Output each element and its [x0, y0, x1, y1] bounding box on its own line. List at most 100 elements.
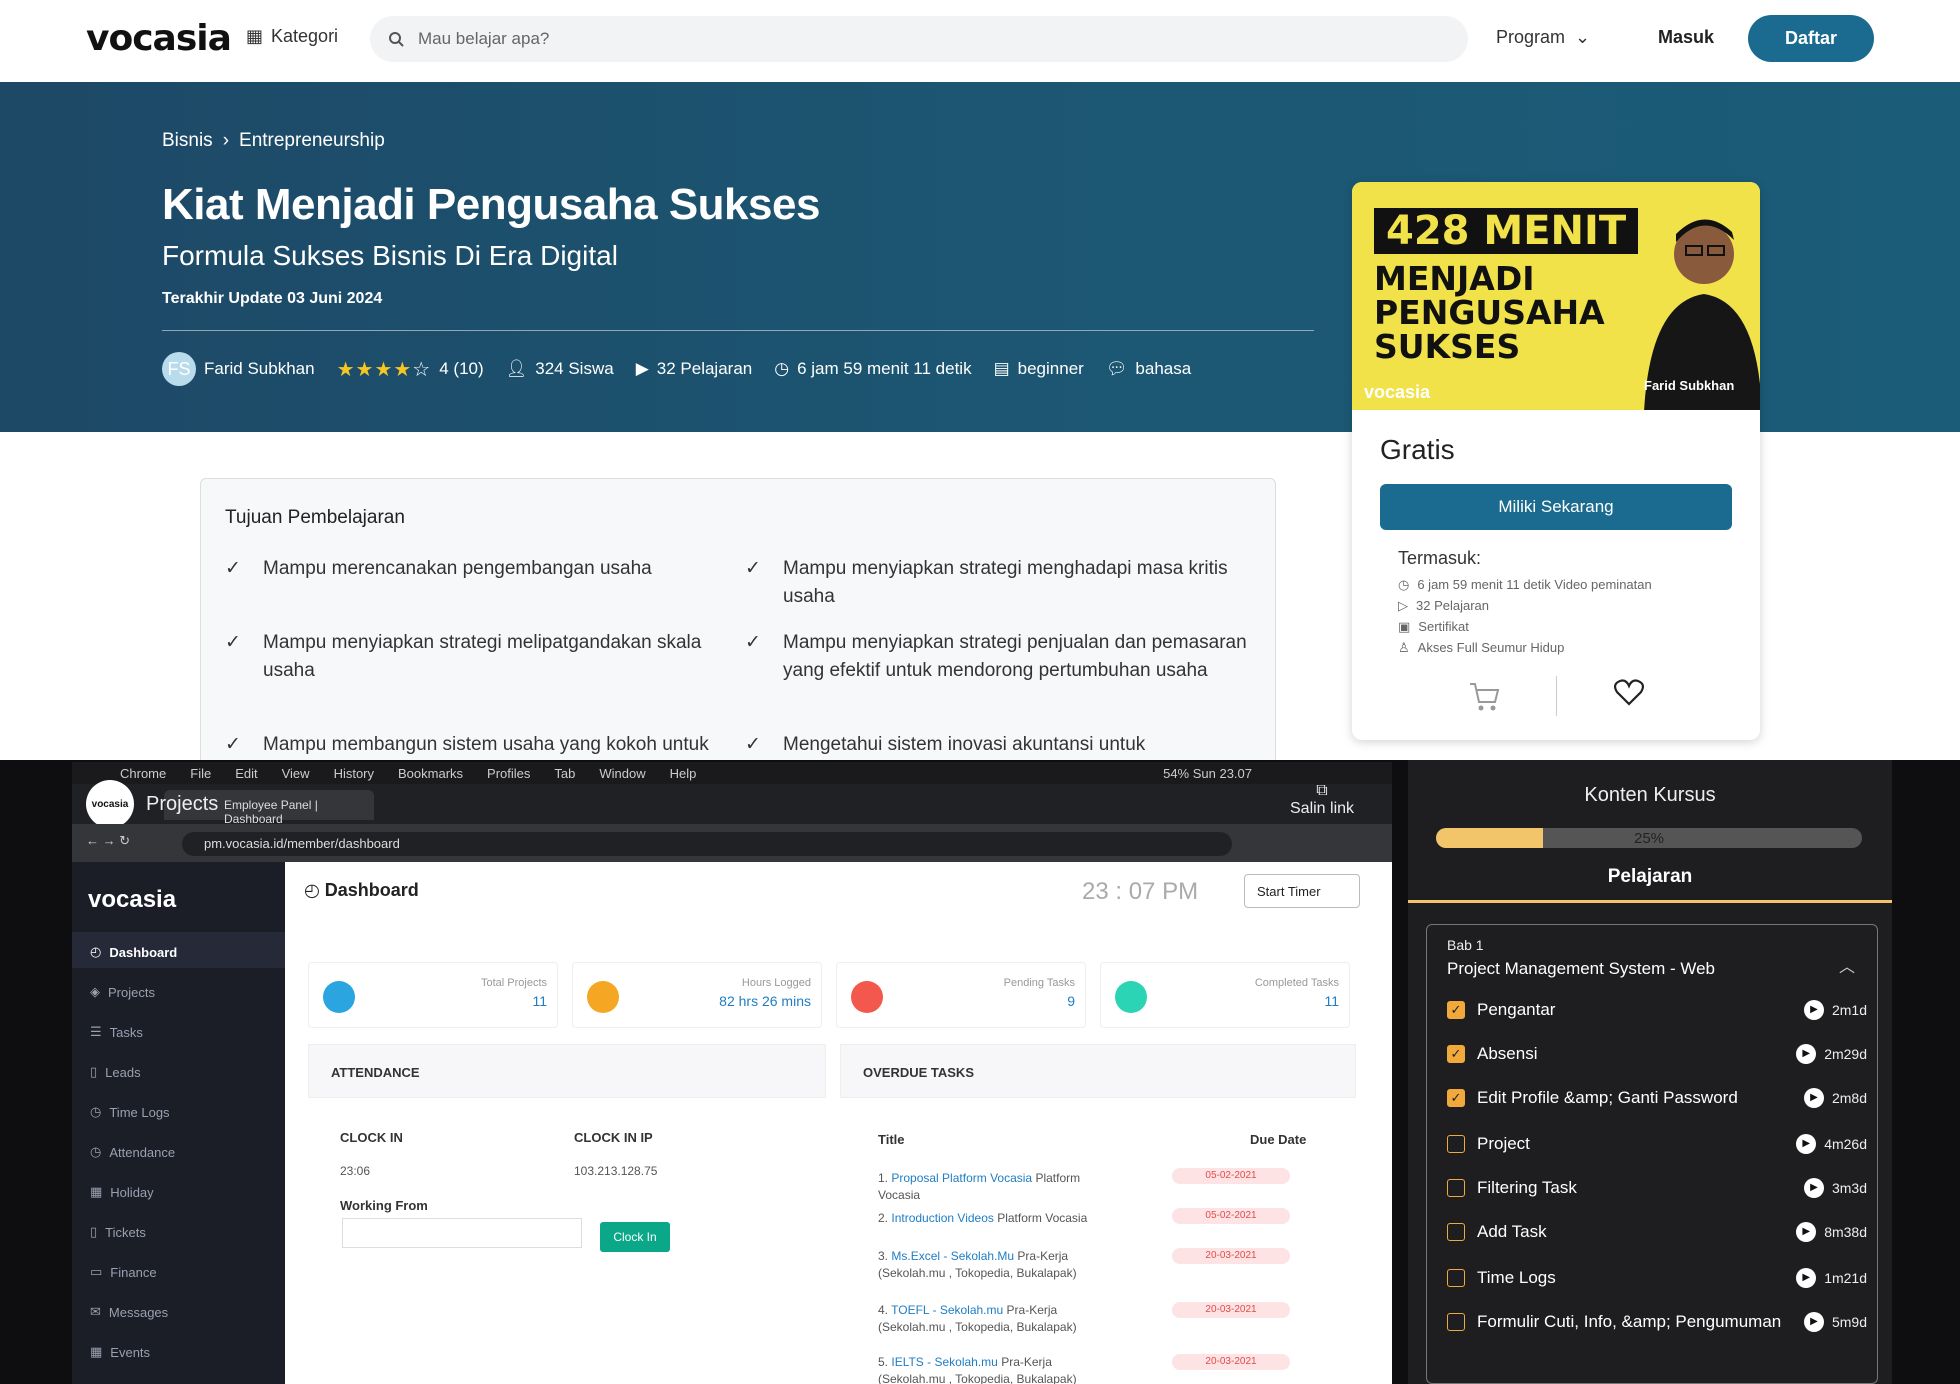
lesson-item[interactable]: Filtering Task ▶ 3m3d — [1447, 1175, 1867, 1200]
url-field: pm.vocasia.id/member/dashboard — [182, 832, 1232, 856]
program-dropdown[interactable]: Program ⌄ — [1496, 27, 1590, 48]
chevron-right-icon: › — [222, 130, 230, 151]
menu-item: Profiles — [487, 765, 531, 781]
lesson-checkbox[interactable]: ✓ — [1447, 1088, 1465, 1107]
avatar: FS — [162, 352, 196, 386]
chapter-section: Bab 1 Project Management System - Web ︿ … — [1426, 924, 1878, 1384]
lesson-duration: ▶ 3m3d — [1803, 1177, 1867, 1198]
clock-icon: ◷ — [90, 1104, 102, 1119]
video-overlay-title: vocasia Projects — [86, 780, 218, 828]
star-rating-icon: ★★★★☆ — [336, 358, 432, 381]
heart-icon[interactable] — [1614, 678, 1644, 706]
lesson-checkbox[interactable]: ✓ — [1447, 1000, 1465, 1019]
lesson-checkbox[interactable]: ✓ — [1447, 1044, 1465, 1063]
include-item: ▷ 32 Pelajaran — [1398, 595, 1652, 616]
lesson-name: Edit Profile &amp; Ganti Password — [1477, 1088, 1738, 1107]
lesson-checkbox[interactable] — [1447, 1222, 1465, 1241]
menu-item: Window — [599, 765, 646, 781]
course-meta: FS Farid Subkhan ★★★★☆ 4 (10) 👤︎ 324 Sisw… — [162, 352, 1191, 386]
lesson-item[interactable]: Formulir Cuti, Info, &amp; Pengumuman ▶ 5m… — [1447, 1309, 1867, 1334]
menu-item: History — [333, 765, 375, 781]
thumb-logo: vocasia — [1364, 382, 1431, 402]
check-icon: ✓ — [225, 632, 241, 653]
chevron-up-icon[interactable]: ︿ — [1839, 953, 1855, 977]
duration-value: 6 jam 59 menit 11 detik — [797, 359, 972, 378]
chapter-label: Bab 1 — [1447, 937, 1484, 953]
author[interactable]: FS Farid Subkhan — [162, 352, 315, 386]
thumb-title-line: SUKSES — [1374, 327, 1521, 366]
objective-item: ✓ Mengetahui sistem inovasi akuntansi unt… — [745, 731, 1255, 759]
due-badge: 20-03-2021 — [1172, 1302, 1290, 1318]
task-row: 2. Introduction Videos Platform Vocasia — [878, 1211, 1088, 1225]
clock-in-label: CLOCK IN — [340, 1130, 403, 1145]
play-circle-icon: ▷ — [1398, 598, 1408, 613]
lesson-item[interactable]: Time Logs ▶ 1m21d — [1447, 1265, 1867, 1290]
students-count: 324 Siswa — [535, 359, 614, 378]
lesson-duration: ▶ 8m38d — [1796, 1221, 1867, 1242]
objectives-title: Tujuan Pembelajaran — [225, 507, 405, 528]
back-forward-icon: ← → ↻ — [86, 833, 131, 848]
lesson-item[interactable]: Project ▶ 4m26d — [1447, 1131, 1867, 1156]
play-icon: ▶ — [1796, 1133, 1817, 1154]
play-icon: ▶ — [1803, 1087, 1824, 1108]
course-content-panel: Konten Kursus 25% Pelajaran Bab 1 Projec… — [1408, 760, 1892, 1384]
sidebar-item-messages: ✉ Messages — [90, 1304, 169, 1320]
breadcrumb-bisnis[interactable]: Bisnis — [162, 130, 213, 152]
tab-pelajaran[interactable]: Pelajaran — [1408, 866, 1892, 888]
copy-icon: ⧉ — [1316, 782, 1328, 799]
chat-bubble-icon: 💬︎ — [1105, 359, 1128, 378]
lesson-checkbox[interactable] — [1447, 1312, 1465, 1331]
stat-icon — [851, 981, 883, 1013]
search-input[interactable]: Mau belajar apa? — [418, 29, 549, 49]
lesson-item[interactable]: Add Task ▶ 8m38d — [1447, 1219, 1867, 1244]
copy-link-button[interactable]: ⧉ Salin link — [1290, 782, 1354, 818]
task-row: 3. Ms.Excel - Sekolah.Mu Pra-Kerja (Seko… — [878, 1249, 1077, 1280]
check-icon: ✓ — [745, 632, 761, 653]
stat-icon — [587, 981, 619, 1013]
mail-icon: ✉ — [90, 1304, 101, 1319]
lesson-item[interactable]: ✓ Pengantar ▶ 2m1d — [1447, 997, 1867, 1022]
lesson-checkbox[interactable] — [1447, 1268, 1465, 1287]
level-icon: ▤ — [993, 359, 1010, 378]
login-link[interactable]: Masuk — [1658, 27, 1714, 48]
lesson-checkbox[interactable] — [1447, 1134, 1465, 1153]
author-name: Farid Subkhan — [204, 359, 315, 378]
lesson-duration: ▶ 2m1d — [1803, 999, 1867, 1020]
menubar-status: 54% Sun 23.07 — [1163, 765, 1252, 781]
sidebar-item-holiday: ▦ Holiday — [90, 1184, 154, 1200]
task-row: 1. Proposal Platform Vocasia Platform Vo… — [878, 1171, 1081, 1202]
calendar-icon: ▦ — [90, 1344, 103, 1359]
dashboard-icon: ◴ — [90, 944, 102, 959]
price: Gratis — [1380, 434, 1455, 465]
dashboard-sidebar: vocasia ◴ Dashboard ◈ Projects ☰ Tasks ▯ Lea… — [72, 862, 285, 1384]
cart-icon[interactable] — [1464, 678, 1504, 714]
objective-item: ✓ Mampu menyiapkan strategi menghadapi ma… — [745, 555, 1255, 611]
lesson-item[interactable]: ✓ Edit Profile &amp; Ganti Password ▶ 2m8d — [1447, 1085, 1867, 1110]
learning-objectives: Tujuan Pembelajaran ✓ Mampu merencanakan … — [200, 478, 1276, 768]
lesson-name: Absensi — [1477, 1044, 1538, 1063]
register-button[interactable]: Daftar — [1748, 15, 1874, 62]
chapter-name: Project Management System - Web — [1447, 959, 1716, 978]
sidebar-item-timelogs: ◷ Time Logs — [90, 1104, 170, 1120]
rating: ★★★★☆ 4 (10) — [337, 357, 484, 382]
check-icon: ✓ — [225, 734, 241, 755]
sidebar-item-dashboard: ◴ Dashboard — [90, 944, 178, 960]
due-badge: 20-03-2021 — [1172, 1248, 1290, 1264]
lesson-checkbox[interactable] — [1447, 1178, 1465, 1197]
lessons-count: 32 Pelajaran — [656, 359, 753, 378]
vocasia-logo[interactable]: vocasia — [86, 18, 232, 59]
level: ▤ beginner — [994, 359, 1084, 379]
course-title: Kiat Menjadi Pengusaha Sukses — [162, 180, 820, 229]
kategori-button[interactable]: ▦ Kategori — [246, 26, 338, 47]
breadcrumb-entrepreneurship[interactable]: Entrepreneurship — [239, 130, 385, 152]
lesson-item[interactable]: ✓ Absensi ▶ 2m29d — [1447, 1041, 1867, 1066]
play-icon: ▶ — [1796, 1267, 1817, 1288]
lesson-name: Filtering Task — [1477, 1178, 1577, 1197]
stat-card: Hours Logged 82 hrs 26 mins — [572, 962, 822, 1028]
course-thumbnail[interactable]: 428 MENIT MENJADI PENGUSAHA SUKSES vocas… — [1352, 182, 1760, 410]
grid-icon: ▦ — [246, 26, 264, 46]
lesson-name: Project — [1477, 1134, 1530, 1153]
search-bar[interactable]: Mau belajar apa? — [370, 16, 1468, 62]
lesson-name: Time Logs — [1477, 1268, 1556, 1287]
enroll-button[interactable]: Miliki Sekarang — [1380, 484, 1732, 530]
